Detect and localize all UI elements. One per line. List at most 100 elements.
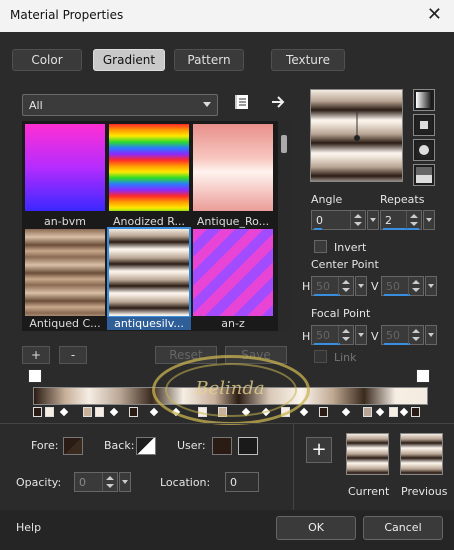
color-stop[interactable] [45, 407, 54, 417]
help-link[interactable]: Help [16, 521, 41, 534]
color-stop[interactable] [95, 407, 104, 417]
opacity-spinner[interactable]: 0 [74, 472, 118, 492]
focal-v-bar [384, 343, 410, 345]
gradient-thumb-an-bvm[interactable] [25, 124, 105, 211]
center-v-label: V [371, 280, 379, 293]
previous-label: Previous [401, 485, 448, 498]
gradient-preview[interactable] [310, 89, 403, 182]
spin-arrows-icon[interactable] [408, 277, 423, 295]
tab-gradient[interactable]: Gradient [93, 49, 165, 71]
center-h-dropdown[interactable] [355, 276, 367, 296]
arrow-right-icon[interactable] [270, 94, 286, 110]
gradient-thumb-antiquesilver[interactable] [107, 227, 191, 318]
focal-v-dropdown[interactable] [425, 325, 437, 345]
tab-texture[interactable]: Texture [271, 49, 345, 71]
previous-sample[interactable] [400, 433, 443, 475]
add-to-swatches-button[interactable]: + [306, 437, 332, 463]
focal-h-label: H [302, 330, 311, 343]
color-stop[interactable] [411, 407, 420, 417]
spin-arrows-icon[interactable] [350, 211, 365, 229]
invert-label: Invert [334, 241, 367, 254]
angle-spinner[interactable]: 0 [311, 210, 366, 230]
center-h-spinner[interactable]: 50 [311, 276, 354, 296]
midpoint-marker[interactable] [299, 407, 309, 417]
spin-arrows-icon[interactable] [338, 277, 353, 295]
angle-value: 0 [316, 214, 323, 227]
list-view-icon[interactable] [235, 94, 251, 110]
scrollbar-thumb[interactable] [281, 135, 287, 153]
repeats-dropdown[interactable] [423, 210, 435, 230]
back-label: Back: [104, 439, 135, 452]
focal-h-bar [314, 343, 340, 345]
remove-gradient-button[interactable]: - [59, 346, 87, 364]
opacity-stop-right[interactable] [416, 369, 430, 383]
gradient-thumb-antiqued-copper[interactable] [25, 229, 105, 316]
color-stop[interactable] [33, 407, 42, 417]
gradient-caption: an-bvm [44, 215, 86, 228]
center-v-value: 50 [386, 280, 400, 293]
color-stop[interactable] [83, 407, 92, 417]
current-sample[interactable] [346, 433, 389, 475]
midpoint-marker[interactable] [149, 407, 159, 417]
title-bar: Material Properties ✕ [0, 0, 454, 32]
opacity-dropdown[interactable] [119, 472, 131, 492]
invert-checkbox[interactable] [314, 240, 327, 253]
focal-h-spinner[interactable]: 50 [311, 325, 354, 345]
color-stop[interactable] [319, 407, 328, 417]
tab-color[interactable]: Color [12, 49, 82, 71]
midpoint-marker[interactable] [399, 407, 409, 417]
angle-dropdown[interactable] [367, 210, 379, 230]
focal-h-value: 50 [316, 329, 330, 342]
divider [293, 424, 294, 510]
spin-arrows-icon[interactable] [338, 326, 353, 344]
spin-arrows-icon[interactable] [102, 473, 117, 491]
angle-handle-icon[interactable] [311, 90, 404, 183]
opacity-stop-left[interactable] [28, 369, 42, 383]
location-field[interactable]: 0 [225, 472, 259, 492]
repeats-label: Repeats [380, 193, 425, 206]
color-stop[interactable] [129, 407, 138, 417]
gradient-thumb-an-z[interactable] [193, 229, 273, 316]
center-point-label: Center Point [311, 258, 379, 271]
gradient-thumb-anodized[interactable] [109, 124, 189, 211]
spin-arrows-icon[interactable] [406, 211, 421, 229]
focal-h-dropdown[interactable] [355, 325, 367, 345]
gradient-thumb-antique-rose[interactable] [193, 124, 273, 211]
add-gradient-button[interactable]: + [22, 346, 50, 364]
back-swatch[interactable] [136, 437, 156, 455]
chevron-down-icon [203, 102, 211, 107]
opacity-label: Opacity: [16, 476, 62, 489]
center-v-dropdown[interactable] [425, 276, 437, 296]
user-swatch[interactable] [212, 437, 232, 455]
midpoint-marker[interactable] [341, 407, 351, 417]
midpoint-marker[interactable] [375, 407, 385, 417]
opacity-value: 0 [79, 476, 86, 489]
focal-v-spinner[interactable]: 50 [381, 325, 424, 345]
ok-button[interactable]: OK [276, 516, 356, 540]
focal-v-value: 50 [386, 329, 400, 342]
link-checkbox[interactable] [314, 350, 327, 363]
center-h-value: 50 [316, 280, 330, 293]
rectangular-style-icon[interactable] [413, 114, 435, 136]
watermark-text: Belinda [195, 378, 265, 399]
linear-style-icon[interactable] [413, 89, 435, 111]
tab-pattern[interactable]: Pattern [174, 49, 244, 71]
sunburst-style-icon[interactable] [413, 164, 435, 186]
center-h-label: H [302, 280, 311, 293]
spin-arrows-icon[interactable] [408, 326, 423, 344]
category-dropdown[interactable]: All [22, 94, 218, 116]
divider [0, 423, 454, 424]
gradient-caption: Antiqued C... [29, 317, 101, 330]
close-icon[interactable]: ✕ [427, 4, 442, 25]
repeats-spinner[interactable]: 2 [380, 210, 422, 230]
cancel-button[interactable]: Cancel [363, 516, 443, 540]
user-swatch-2[interactable] [238, 437, 258, 455]
fore-swatch[interactable] [63, 437, 83, 455]
color-stop[interactable] [389, 407, 398, 417]
color-stop[interactable] [363, 407, 372, 417]
midpoint-marker[interactable] [59, 407, 69, 417]
midpoint-marker[interactable] [109, 407, 119, 417]
gradient-list-scrollbar[interactable] [278, 121, 290, 331]
center-v-spinner[interactable]: 50 [381, 276, 424, 296]
radial-style-icon[interactable] [413, 139, 435, 161]
